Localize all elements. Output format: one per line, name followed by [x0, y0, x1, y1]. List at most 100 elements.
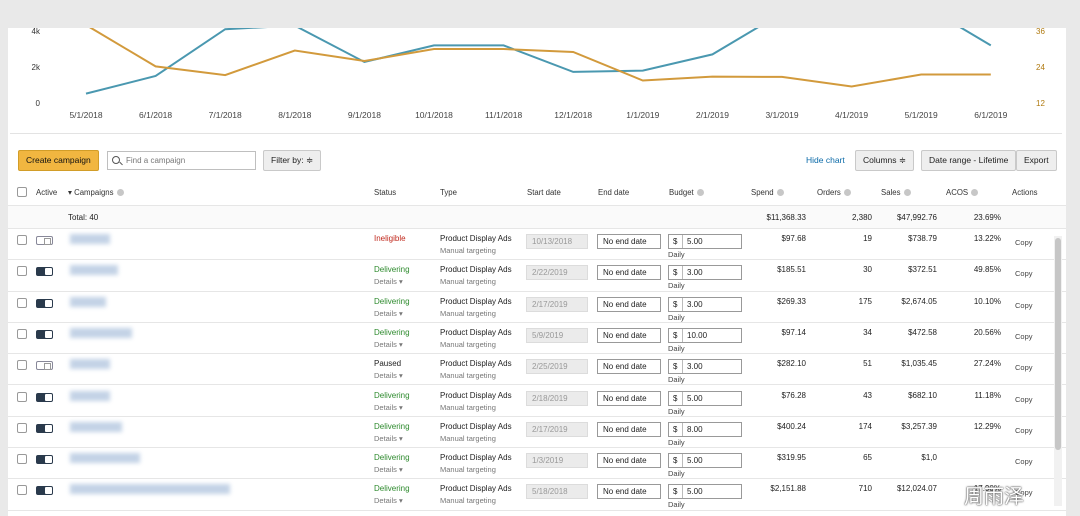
active-toggle[interactable]	[36, 361, 53, 371]
row-checkbox[interactable]	[17, 328, 27, 339]
header-status[interactable]: Status	[374, 188, 396, 197]
date-range-button[interactable]: Date range - Lifetime	[921, 150, 1017, 171]
row-checkbox[interactable]	[17, 485, 27, 496]
filter-by-button[interactable]: Filter by: ≑	[263, 150, 322, 171]
copy-link[interactable]: Copy	[1015, 395, 1033, 404]
end-date-field[interactable]: No end date	[597, 453, 661, 469]
hide-chart-link[interactable]: Hide chart	[806, 155, 845, 165]
start-date-field[interactable]: 1/3/2019	[526, 453, 588, 469]
start-date-field[interactable]: 5/18/2018	[526, 484, 588, 500]
create-campaign-button[interactable]: Create campaign	[18, 150, 99, 171]
campaign-name-redacted[interactable]	[70, 327, 132, 338]
campaign-name-redacted[interactable]	[70, 265, 118, 276]
active-toggle[interactable]	[36, 236, 53, 245]
header-campaigns[interactable]: ▾ Campaigns	[68, 188, 124, 197]
header-sales[interactable]: Sales	[881, 188, 911, 197]
start-date-field[interactable]: 2/17/2019	[526, 421, 588, 437]
export-button[interactable]: Export	[1016, 150, 1057, 171]
header-spend[interactable]: Spend	[751, 188, 784, 197]
budget-input[interactable]: $3.00	[668, 296, 742, 312]
header-orders[interactable]: Orders	[817, 188, 851, 197]
start-date-field[interactable]: 2/18/2019	[526, 390, 588, 406]
active-toggle[interactable]	[36, 267, 53, 277]
header-end-date[interactable]: End date	[598, 188, 629, 197]
row-checkbox[interactable]	[17, 422, 27, 433]
copy-link[interactable]: Copy	[1015, 332, 1033, 341]
vertical-scrollbar[interactable]	[1054, 236, 1062, 506]
budget-input[interactable]: $5.00	[668, 453, 742, 469]
copy-link[interactable]: Copy	[1015, 457, 1033, 466]
active-toggle[interactable]	[36, 423, 53, 433]
row-checkbox[interactable]	[17, 360, 27, 371]
select-all-checkbox[interactable]	[17, 187, 27, 197]
budget-input[interactable]: $8.00	[668, 421, 742, 437]
active-toggle[interactable]	[36, 455, 53, 465]
details-link[interactable]: Details ▾	[374, 340, 403, 349]
row-checkbox[interactable]	[17, 454, 27, 465]
start-date-field[interactable]: 10/13/2018	[526, 234, 588, 249]
copy-link[interactable]: Copy	[1015, 426, 1033, 435]
table-row[interactable]: Delivering Details ▾ Product Display Ads Ma…	[8, 417, 1066, 449]
copy-link[interactable]: Copy	[1015, 269, 1033, 278]
columns-button[interactable]: Columns ≑	[855, 150, 915, 171]
campaign-name-redacted[interactable]	[70, 421, 122, 432]
end-date-field[interactable]: No end date	[597, 390, 661, 406]
table-row[interactable]: Delivering Details ▾ Product Display Ads Ma…	[8, 292, 1066, 323]
budget-input[interactable]: $3.00	[668, 265, 742, 281]
active-toggle[interactable]	[36, 392, 53, 402]
end-date-field[interactable]: No end date	[597, 234, 661, 249]
copy-link[interactable]: Copy	[1015, 238, 1033, 247]
end-date-field[interactable]: No end date	[597, 296, 661, 312]
budget-input[interactable]: $5.00	[668, 234, 742, 249]
active-toggle[interactable]	[36, 329, 53, 339]
table-row[interactable]: Paused Details ▾ Product Display Ads Manual…	[8, 354, 1066, 386]
table-row[interactable]: Delivering Details ▾ Product Display Ads Ma…	[8, 479, 1066, 511]
end-date-field[interactable]: No end date	[597, 327, 661, 343]
details-link[interactable]: Details ▾	[374, 403, 403, 412]
table-row[interactable]: Delivering Details ▾ Product Display Ads Ma…	[8, 386, 1066, 417]
end-date-field[interactable]: No end date	[597, 484, 661, 500]
scrollbar-thumb[interactable]	[1055, 238, 1061, 450]
campaign-name-redacted[interactable]	[70, 390, 110, 401]
table-row[interactable]: Ineligible Product Display Ads Manual targ…	[8, 229, 1066, 261]
details-link[interactable]: Details ▾	[374, 434, 403, 443]
header-acos[interactable]: ACOS	[946, 188, 979, 197]
campaign-name-redacted[interactable]	[70, 234, 110, 244]
end-date-field[interactable]: No end date	[597, 359, 661, 375]
campaign-name-redacted[interactable]	[70, 484, 230, 495]
row-checkbox[interactable]	[17, 266, 27, 277]
table-row[interactable]: Delivering Details ▾ Product Display Ads Ma…	[8, 448, 1066, 480]
row-checkbox[interactable]	[17, 235, 27, 245]
table-row[interactable]: Delivering Details ▾ Product Display Ads Ma…	[8, 323, 1066, 355]
header-budget[interactable]: Budget	[669, 188, 704, 197]
start-date-field[interactable]: 5/9/2019	[526, 327, 588, 343]
header-start-date[interactable]: Start date	[527, 188, 561, 197]
active-toggle[interactable]	[36, 298, 53, 308]
details-link[interactable]: Details ▾	[374, 371, 403, 380]
search-input[interactable]: Find a campaign	[107, 151, 256, 170]
details-link[interactable]: Details ▾	[374, 309, 403, 318]
budget-input[interactable]: $5.00	[668, 484, 742, 500]
details-link[interactable]: Details ▾	[374, 496, 403, 505]
row-checkbox[interactable]	[17, 297, 27, 308]
end-date-field[interactable]: No end date	[597, 421, 661, 437]
table-row[interactable]: Delivering Details ▾ Product Display Ads Ma…	[8, 260, 1066, 292]
details-link[interactable]: Details ▾	[374, 277, 403, 286]
end-date-field[interactable]: No end date	[597, 265, 661, 281]
active-toggle[interactable]	[36, 486, 53, 496]
details-link[interactable]: Details ▾	[374, 465, 403, 474]
budget-input[interactable]: $5.00	[668, 390, 742, 406]
copy-link[interactable]: Copy	[1015, 301, 1033, 310]
budget-input[interactable]: $10.00	[668, 327, 742, 343]
start-date-field[interactable]: 2/22/2019	[526, 265, 588, 281]
campaign-name-redacted[interactable]	[70, 296, 106, 307]
header-type[interactable]: Type	[440, 188, 457, 197]
campaign-name-redacted[interactable]	[70, 453, 140, 464]
header-active[interactable]: Active	[36, 188, 57, 197]
budget-input[interactable]: $3.00	[668, 359, 742, 375]
copy-link[interactable]: Copy	[1015, 363, 1033, 372]
campaign-name-redacted[interactable]	[70, 359, 110, 370]
start-date-field[interactable]: 2/25/2019	[526, 359, 588, 375]
row-checkbox[interactable]	[17, 391, 27, 402]
start-date-field[interactable]: 2/17/2019	[526, 296, 588, 312]
